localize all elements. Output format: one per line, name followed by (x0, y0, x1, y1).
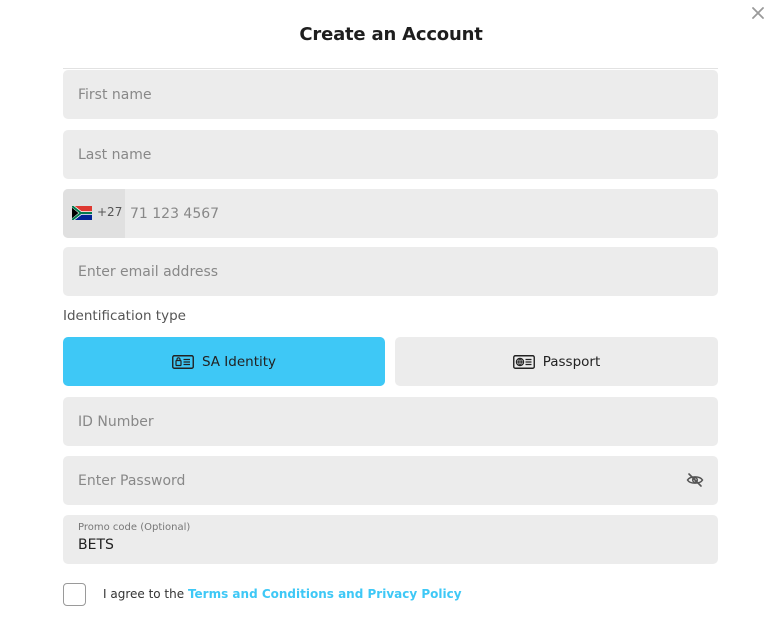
phone-input[interactable] (125, 189, 718, 238)
toggle-password-visibility-button[interactable] (686, 472, 704, 488)
close-icon (752, 7, 764, 19)
first-name-field[interactable] (63, 70, 718, 119)
promo-code-field[interactable]: Promo code (Optional) (63, 515, 718, 564)
identification-type-label: Identification type (63, 308, 186, 324)
header-divider (63, 68, 718, 69)
promo-code-input[interactable] (63, 525, 718, 564)
phone-field[interactable]: +27 (63, 189, 718, 238)
id-number-input[interactable] (63, 397, 718, 446)
passport-button[interactable]: Passport (395, 337, 718, 386)
south-africa-flag-icon (72, 206, 92, 220)
password-field[interactable] (63, 456, 718, 505)
agree-prefix: I agree to the (103, 587, 188, 601)
terms-agreement-text: I agree to the Terms and Conditions and … (103, 587, 462, 601)
terms-and-privacy-link[interactable]: Terms and Conditions and Privacy Policy (188, 587, 462, 601)
close-button[interactable] (750, 5, 766, 21)
terms-checkbox[interactable] (63, 583, 86, 606)
email-field[interactable] (63, 247, 718, 296)
dial-code: +27 (97, 205, 123, 219)
sa-identity-button[interactable]: SA Identity (63, 337, 385, 386)
last-name-field[interactable] (63, 130, 718, 179)
last-name-input[interactable] (63, 130, 718, 179)
password-input[interactable] (63, 456, 718, 505)
sa-identity-label: SA Identity (201, 353, 277, 370)
id-card-icon (172, 354, 194, 369)
first-name-input[interactable] (63, 70, 718, 119)
passport-icon (512, 354, 535, 369)
id-number-field[interactable] (63, 397, 718, 446)
page-title: Create an Account (299, 24, 483, 45)
passport-label: Passport (542, 353, 601, 370)
eye-slash-icon (686, 473, 704, 487)
email-input[interactable] (63, 247, 718, 296)
country-selector[interactable]: +27 (63, 189, 125, 238)
